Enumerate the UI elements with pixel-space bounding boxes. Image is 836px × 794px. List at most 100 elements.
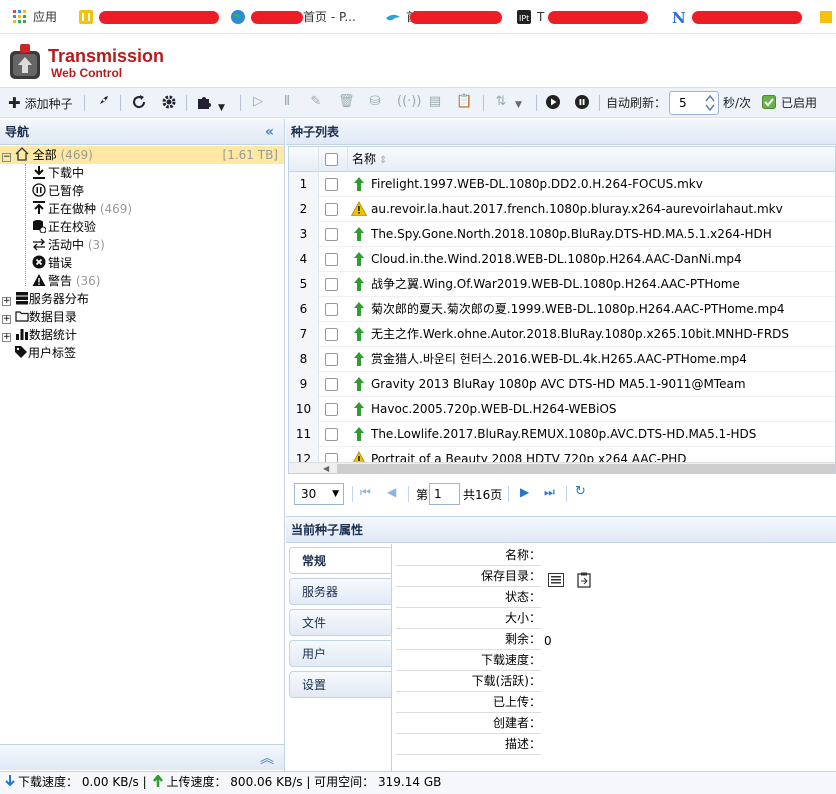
pause-all-button[interactable] <box>574 94 590 112</box>
puzzle-icon <box>198 97 211 109</box>
next-page-icon[interactable]: ▶ <box>520 485 529 499</box>
refresh-interval-spinner[interactable]: 5 <box>669 91 719 115</box>
settings-button[interactable] <box>161 94 177 112</box>
nav-all[interactable]: − 全部 (469) [1.61 TB] <box>2 146 282 164</box>
row-checkbox[interactable] <box>325 328 338 341</box>
row-checkbox[interactable] <box>325 203 338 216</box>
start-all-button[interactable] <box>545 94 561 112</box>
tree-expand-icon[interactable]: + <box>2 297 11 306</box>
scrollbar-thumb[interactable] <box>337 464 835 473</box>
nav-active[interactable]: 活动中 (3) <box>32 236 105 254</box>
tab-settings[interactable]: 设置 <box>289 671 391 698</box>
remove-button[interactable]: 🗑 <box>338 94 355 112</box>
name-column-header[interactable]: 名称 ⇕ <box>347 147 387 172</box>
auto-refresh-toggle[interactable]: 已启用 <box>762 94 817 112</box>
nav-error[interactable]: 错误 <box>32 254 72 272</box>
table-row[interactable]: 3 The.Spy.Gone.North.2018.1080p.BluRay.DT… <box>289 222 835 247</box>
table-row[interactable]: 7 无主之作.Werk.ohne.Autor.2018.BluRay.1080p.… <box>289 322 835 347</box>
row-checkbox[interactable] <box>325 403 338 416</box>
nav-statistics[interactable]: + 数据统计 <box>2 326 77 344</box>
row-checkbox[interactable] <box>325 353 338 366</box>
bookmark-1[interactable] <box>78 9 219 25</box>
pagination-bar: 30 ▼ ⏮ ◀ 第 1 共16页 ▶ ⏭ ↻ <box>288 479 836 509</box>
last-page-icon[interactable]: ⏭ <box>544 485 555 500</box>
ipt-icon: IPt <box>516 9 532 25</box>
bookmark-3[interactable]: 首 <box>385 9 503 25</box>
status-bar: 下载速度： 0.00 KB/s | 上传速度： 800.06 KB/s | 可用… <box>0 771 836 794</box>
row-checkbox[interactable] <box>325 428 338 441</box>
nav-seeding[interactable]: 正在做种 (469) <box>32 200 132 218</box>
nav-footer: ︽ <box>0 744 284 770</box>
reannounce-button[interactable]: ((·)) <box>397 94 421 112</box>
select-all-checkbox[interactable] <box>325 153 338 166</box>
row-checkbox[interactable] <box>325 303 338 316</box>
queue-menu-button[interactable]: ⇅ ▼ <box>493 94 522 112</box>
bookmark-4[interactable]: IPt T <box>516 9 649 25</box>
nav-warning[interactable]: 警告 (36) <box>32 272 100 290</box>
bookmark-6[interactable] <box>818 9 836 25</box>
tab-files[interactable]: 文件 <box>289 609 391 636</box>
row-checkbox[interactable] <box>325 178 338 191</box>
table-row[interactable]: 2 au.revoir.la.haut.2017.french.1080p.blu… <box>289 197 835 222</box>
start-button[interactable]: ▷ <box>250 94 266 112</box>
table-row[interactable]: 6 菊次郎的夏天.菊次郎の夏.1999.WEB-DL.1080p.H264.AAC… <box>289 297 835 322</box>
bookmark-apps[interactable]: 应用 <box>12 9 57 25</box>
scroll-left-icon[interactable]: ◀ <box>323 464 329 473</box>
first-page-icon[interactable]: ⏮ <box>360 485 371 500</box>
globe-icon <box>230 9 246 25</box>
tree-expand-icon[interactable]: + <box>2 315 11 324</box>
row-checkbox[interactable] <box>325 278 338 291</box>
app-subtitle: Web Control <box>51 66 123 80</box>
open-folder-icon[interactable] <box>548 573 564 590</box>
table-row[interactable]: 10 Havoc.2005.720p.WEB-DL.H264-WEBiOS <box>289 397 835 422</box>
torrent-name: The.Lowlife.2017.BluRay.REMUX.1080p.AVC.… <box>371 427 757 441</box>
verify-button[interactable]: ⛁ <box>367 94 383 112</box>
nav-checking[interactable]: 正在校验 <box>32 218 96 236</box>
nav-user-labels[interactable]: 用户标签 <box>14 344 76 362</box>
row-number: 10 <box>289 397 319 422</box>
torrent-grid: 名称 ⇕ 1 Firelight.1997.WEB-DL.1080p.DD2.0.H… <box>288 146 836 474</box>
refresh-icon[interactable]: ↻ <box>575 484 586 499</box>
tab-general[interactable]: 常规 <box>289 547 391 574</box>
nav-downloading[interactable]: 下载中 <box>32 164 84 182</box>
table-row[interactable]: 8 赏金猎人.바운티 헌터스.2016.WEB-DL.4k.H265.AAC-PT… <box>289 347 835 372</box>
copy-path-button[interactable]: 📋 <box>456 94 472 112</box>
caret-down-icon: ▼ <box>515 100 522 110</box>
table-row[interactable]: 9 Gravity 2013 BluRay 1080p AVC DTS-HD MA… <box>289 372 835 397</box>
nav-paused[interactable]: 已暂停 <box>32 182 84 200</box>
page-size-select[interactable]: 30 ▼ <box>294 483 344 505</box>
table-row[interactable]: 4 Cloud.in.the.Wind.2018.WEB-DL.1080p.H26… <box>289 247 835 272</box>
row-checkbox[interactable] <box>325 228 338 241</box>
nav-servers[interactable]: + 服务器分布 <box>2 290 89 308</box>
bookmark-2[interactable]: 首页 - P... <box>230 9 356 25</box>
tab-trackers[interactable]: 服务器 <box>289 578 391 605</box>
start-all-button[interactable] <box>94 94 110 112</box>
row-checkbox[interactable] <box>325 378 338 391</box>
collapse-left-icon[interactable]: « <box>265 119 274 145</box>
spinner-arrows-icon[interactable] <box>705 94 715 112</box>
nav-data-dirs[interactable]: + 数据目录 <box>2 308 77 326</box>
pause-button[interactable]: Ⅱ <box>279 94 295 112</box>
add-torrent-button[interactable]: ✚ 添加种子 <box>8 94 73 112</box>
property-label: 已上传： <box>492 695 541 709</box>
bookmark-5[interactable]: N <box>671 9 802 27</box>
table-row[interactable]: 11 The.Lowlife.2017.BluRay.REMUX.1080p.AV… <box>289 422 835 447</box>
horizontal-scrollbar[interactable]: ◀ <box>289 462 835 473</box>
collapse-up-icon[interactable]: ︽ <box>260 748 274 768</box>
plugins-menu-button[interactable]: ▼ <box>196 94 225 113</box>
change-location-button[interactable]: ▤ <box>427 94 443 112</box>
tree-expand-icon[interactable]: + <box>2 333 11 342</box>
reload-button[interactable] <box>131 94 147 112</box>
database-check-icon: ⛁ <box>369 94 381 109</box>
table-row[interactable]: 5 战争之翼.Wing.Of.War2019.WEB-DL.1080p.H264.… <box>289 272 835 297</box>
prev-page-icon[interactable]: ◀ <box>387 485 396 499</box>
tree-collapse-icon[interactable]: − <box>2 153 11 162</box>
rename-button[interactable]: ✎ <box>308 94 324 112</box>
page-number-input[interactable]: 1 <box>429 483 460 505</box>
table-row[interactable]: 1 Firelight.1997.WEB-DL.1080p.DD2.0.H.264… <box>289 172 835 197</box>
row-checkbox[interactable] <box>325 253 338 266</box>
tab-peers[interactable]: 用户 <box>289 640 391 667</box>
row-number: 11 <box>289 422 319 447</box>
copy-path-icon[interactable] <box>577 572 591 591</box>
play-icon: ▷ <box>253 94 263 109</box>
